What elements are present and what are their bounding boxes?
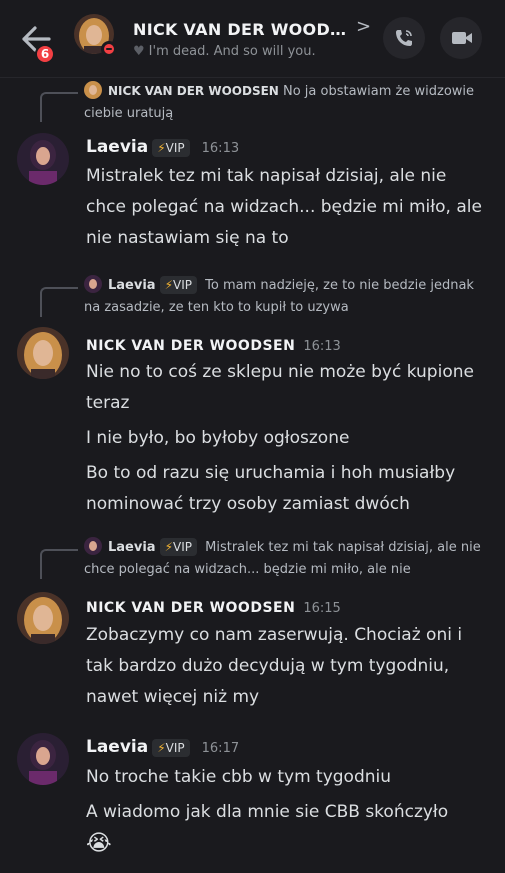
message-author[interactable]: NICK VAN DER WOODSEN [86,338,295,354]
vip-badge: ⚡VIP [159,276,197,294]
message-timestamp: 16:13 [303,339,341,354]
message-line: No troche takie cbb w tym tygodniu [86,767,392,787]
reply-preview[interactable]: Laevia ⚡VIP To mam nadzieję, ze to nie be… [84,275,484,319]
message-line: Mistralek tez mi tak napisał dzisiaj, al… [86,166,482,248]
loudly-crying-face-icon[interactable]: 😭 [86,828,491,859]
reply-author: NICK VAN DER WOODSEN [108,84,279,98]
reply-author: Laevia [108,540,156,555]
chat-header: 6 NICK VAN DER WOOD… > ♥ I'm dead. And so… [0,0,505,78]
avatar[interactable] [17,327,69,379]
message-header: NICK VAN DER WOODSEN 16:15 [86,597,341,616]
custom-status: ♥ I'm dead. And so will you. [133,44,316,59]
reply-preview[interactable]: Laevia ⚡VIP Mistralek tez mi tak napisał … [84,537,484,581]
video-call-button[interactable] [440,17,482,59]
lightning-icon: ⚡ [157,141,166,155]
message-line: I nie było, bo byłoby ogłoszone [86,428,350,448]
vip-badge: ⚡VIP [152,739,190,757]
channel-title[interactable]: NICK VAN DER WOOD… [133,20,346,39]
message-timestamp: 16:13 [201,141,240,156]
message-line: Nie no to coś ze sklepu nie może być kup… [86,362,474,413]
status-text: I'm dead. And so will you. [148,44,316,59]
message-content: Nie no to coś ze sklepu nie może być kup… [86,357,491,520]
vip-badge: ⚡VIP [159,538,197,556]
message-content: No troche takie cbb w tym tygodniu A wia… [86,762,491,859]
avatar[interactable] [17,133,69,185]
vip-badge: ⚡VIP [152,139,190,157]
video-camera-icon [452,32,472,44]
avatar[interactable] [17,733,69,785]
message-line: Zobaczymy co nam zaserwują. Chociaż oni … [86,625,463,707]
dnd-status-icon [101,41,117,57]
reply-author: Laevia [108,278,156,293]
message-author[interactable]: Laevia [86,737,148,757]
message-line: A wiadomo jak dla mnie sie CBB skończyło [86,802,449,822]
message-header: NICK VAN DER WOODSEN 16:13 [86,335,341,354]
message-header: Laevia ⚡VIP 16:13 [86,137,239,157]
message-content: Zobaczymy co nam zaserwują. Chociaż oni … [86,620,491,713]
phone-icon [396,30,412,46]
voice-call-button[interactable] [383,17,425,59]
message-content: Mistralek tez mi tak napisał dzisiaj, al… [86,161,491,254]
message-timestamp: 16:17 [201,741,240,756]
lightning-icon: ⚡ [164,278,174,292]
message-author[interactable]: NICK VAN DER WOODSEN [86,600,295,616]
heart-icon: ♥ [133,44,145,59]
message-author[interactable]: Laevia [86,137,148,157]
message-line: Bo to od razu się uruchamia i hoh musiał… [86,463,456,514]
lightning-icon: ⚡ [164,540,174,554]
message-timestamp: 16:15 [303,601,341,616]
reply-avatar [84,537,102,555]
reply-connector [40,92,78,122]
reply-connector [40,549,78,579]
lightning-icon: ⚡ [157,741,166,755]
avatar[interactable] [17,592,69,644]
chevron-right-icon[interactable]: > [356,16,371,37]
reply-preview[interactable]: NICK VAN DER WOODSEN No ja obstawiam że … [84,80,484,125]
reply-avatar [84,275,102,293]
reply-avatar [84,81,102,99]
reply-connector [40,287,78,317]
message-header: Laevia ⚡VIP 16:17 [86,737,239,757]
unread-badge: 6 [35,44,55,64]
